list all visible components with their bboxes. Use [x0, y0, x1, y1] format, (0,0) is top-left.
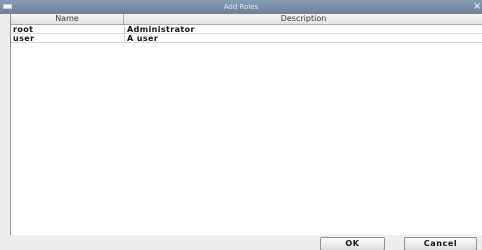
ok-button[interactable]: OK	[320, 237, 385, 250]
window-title: Add Roles	[223, 3, 259, 11]
role-description-cell: Administrator	[127, 25, 195, 34]
role-name-cell: root	[13, 25, 34, 34]
role-name-cell: user	[13, 34, 35, 43]
roles-table[interactable]: Name Description root Administrator user…	[10, 14, 482, 235]
column-divider	[124, 25, 125, 43]
column-header-description[interactable]: Description	[124, 14, 482, 24]
title-bar[interactable]: Add Roles ×	[0, 0, 482, 14]
table-row[interactable]: user A user	[11, 34, 482, 43]
cancel-button[interactable]: Cancel	[404, 237, 477, 250]
column-header-name[interactable]: Name	[11, 14, 124, 24]
table-header: Name Description	[11, 14, 482, 25]
add-roles-dialog: Add Roles × Name Description root Admini…	[0, 0, 482, 250]
role-description-cell: A user	[127, 34, 159, 43]
close-icon[interactable]: ×	[473, 0, 481, 14]
button-bar: OK Cancel	[10, 235, 482, 250]
table-row[interactable]: root Administrator	[11, 25, 482, 34]
